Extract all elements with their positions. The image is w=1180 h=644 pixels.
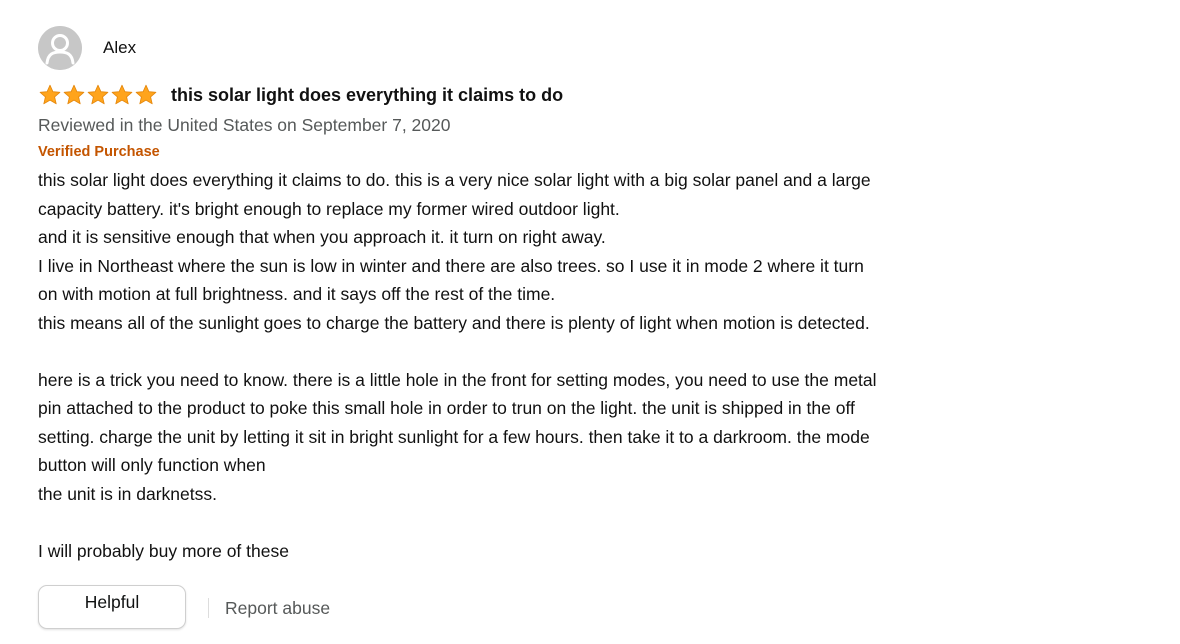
review-body-line: on with motion at full brightness. and i… (38, 284, 556, 304)
review-date: Reviewed in the United States on Septemb… (38, 115, 451, 135)
helpful-button[interactable]: Helpful (38, 585, 186, 629)
review-body-line: capacity battery. it's bright enough to … (38, 198, 620, 219)
review-body-line: and it is sensitive enough that when you… (38, 227, 606, 247)
reviewer-profile: Alex (38, 26, 1158, 70)
review-body-line: button will only function when (38, 455, 266, 475)
star-icon (111, 84, 133, 105)
review-actions: Helpful Report abuse (38, 585, 330, 629)
star-rating[interactable] (38, 84, 158, 106)
star-icon (87, 84, 109, 105)
verified-purchase-badge: Verified Purchase (38, 144, 160, 160)
review-body-line: the unit is in darknetss. (38, 483, 217, 504)
paragraph-break (38, 508, 1068, 537)
review-body-line: here is a trick you need to know. there … (38, 369, 877, 390)
review-body-line: pin attached to the product to poke this… (38, 398, 855, 418)
review-body-line: I will probably buy more of these (38, 540, 289, 561)
person-silhouette-icon (38, 26, 82, 70)
review-body-line: this means all of the sunlight goes to c… (38, 312, 870, 333)
action-divider (208, 598, 209, 618)
reviewer-name[interactable]: Alex (103, 38, 136, 58)
star-icon (39, 84, 61, 105)
paragraph-break (38, 337, 1068, 366)
report-abuse-link[interactable]: Report abuse (225, 598, 330, 619)
review-body-line: this solar light does everything it clai… (38, 170, 871, 190)
review-body-line: setting. charge the unit by letting it s… (38, 426, 870, 447)
review-title-row: this solar light does everything it clai… (38, 83, 1158, 107)
review-body-line: I live in Northeast where the sun is low… (38, 255, 864, 276)
review-card: Alex this solar light does everything it… (38, 26, 1158, 565)
review-title[interactable]: this solar light does everything it clai… (171, 85, 563, 106)
star-icon (135, 84, 157, 105)
star-icon (63, 84, 85, 105)
review-body: this solar light does everything it clai… (38, 166, 1068, 565)
